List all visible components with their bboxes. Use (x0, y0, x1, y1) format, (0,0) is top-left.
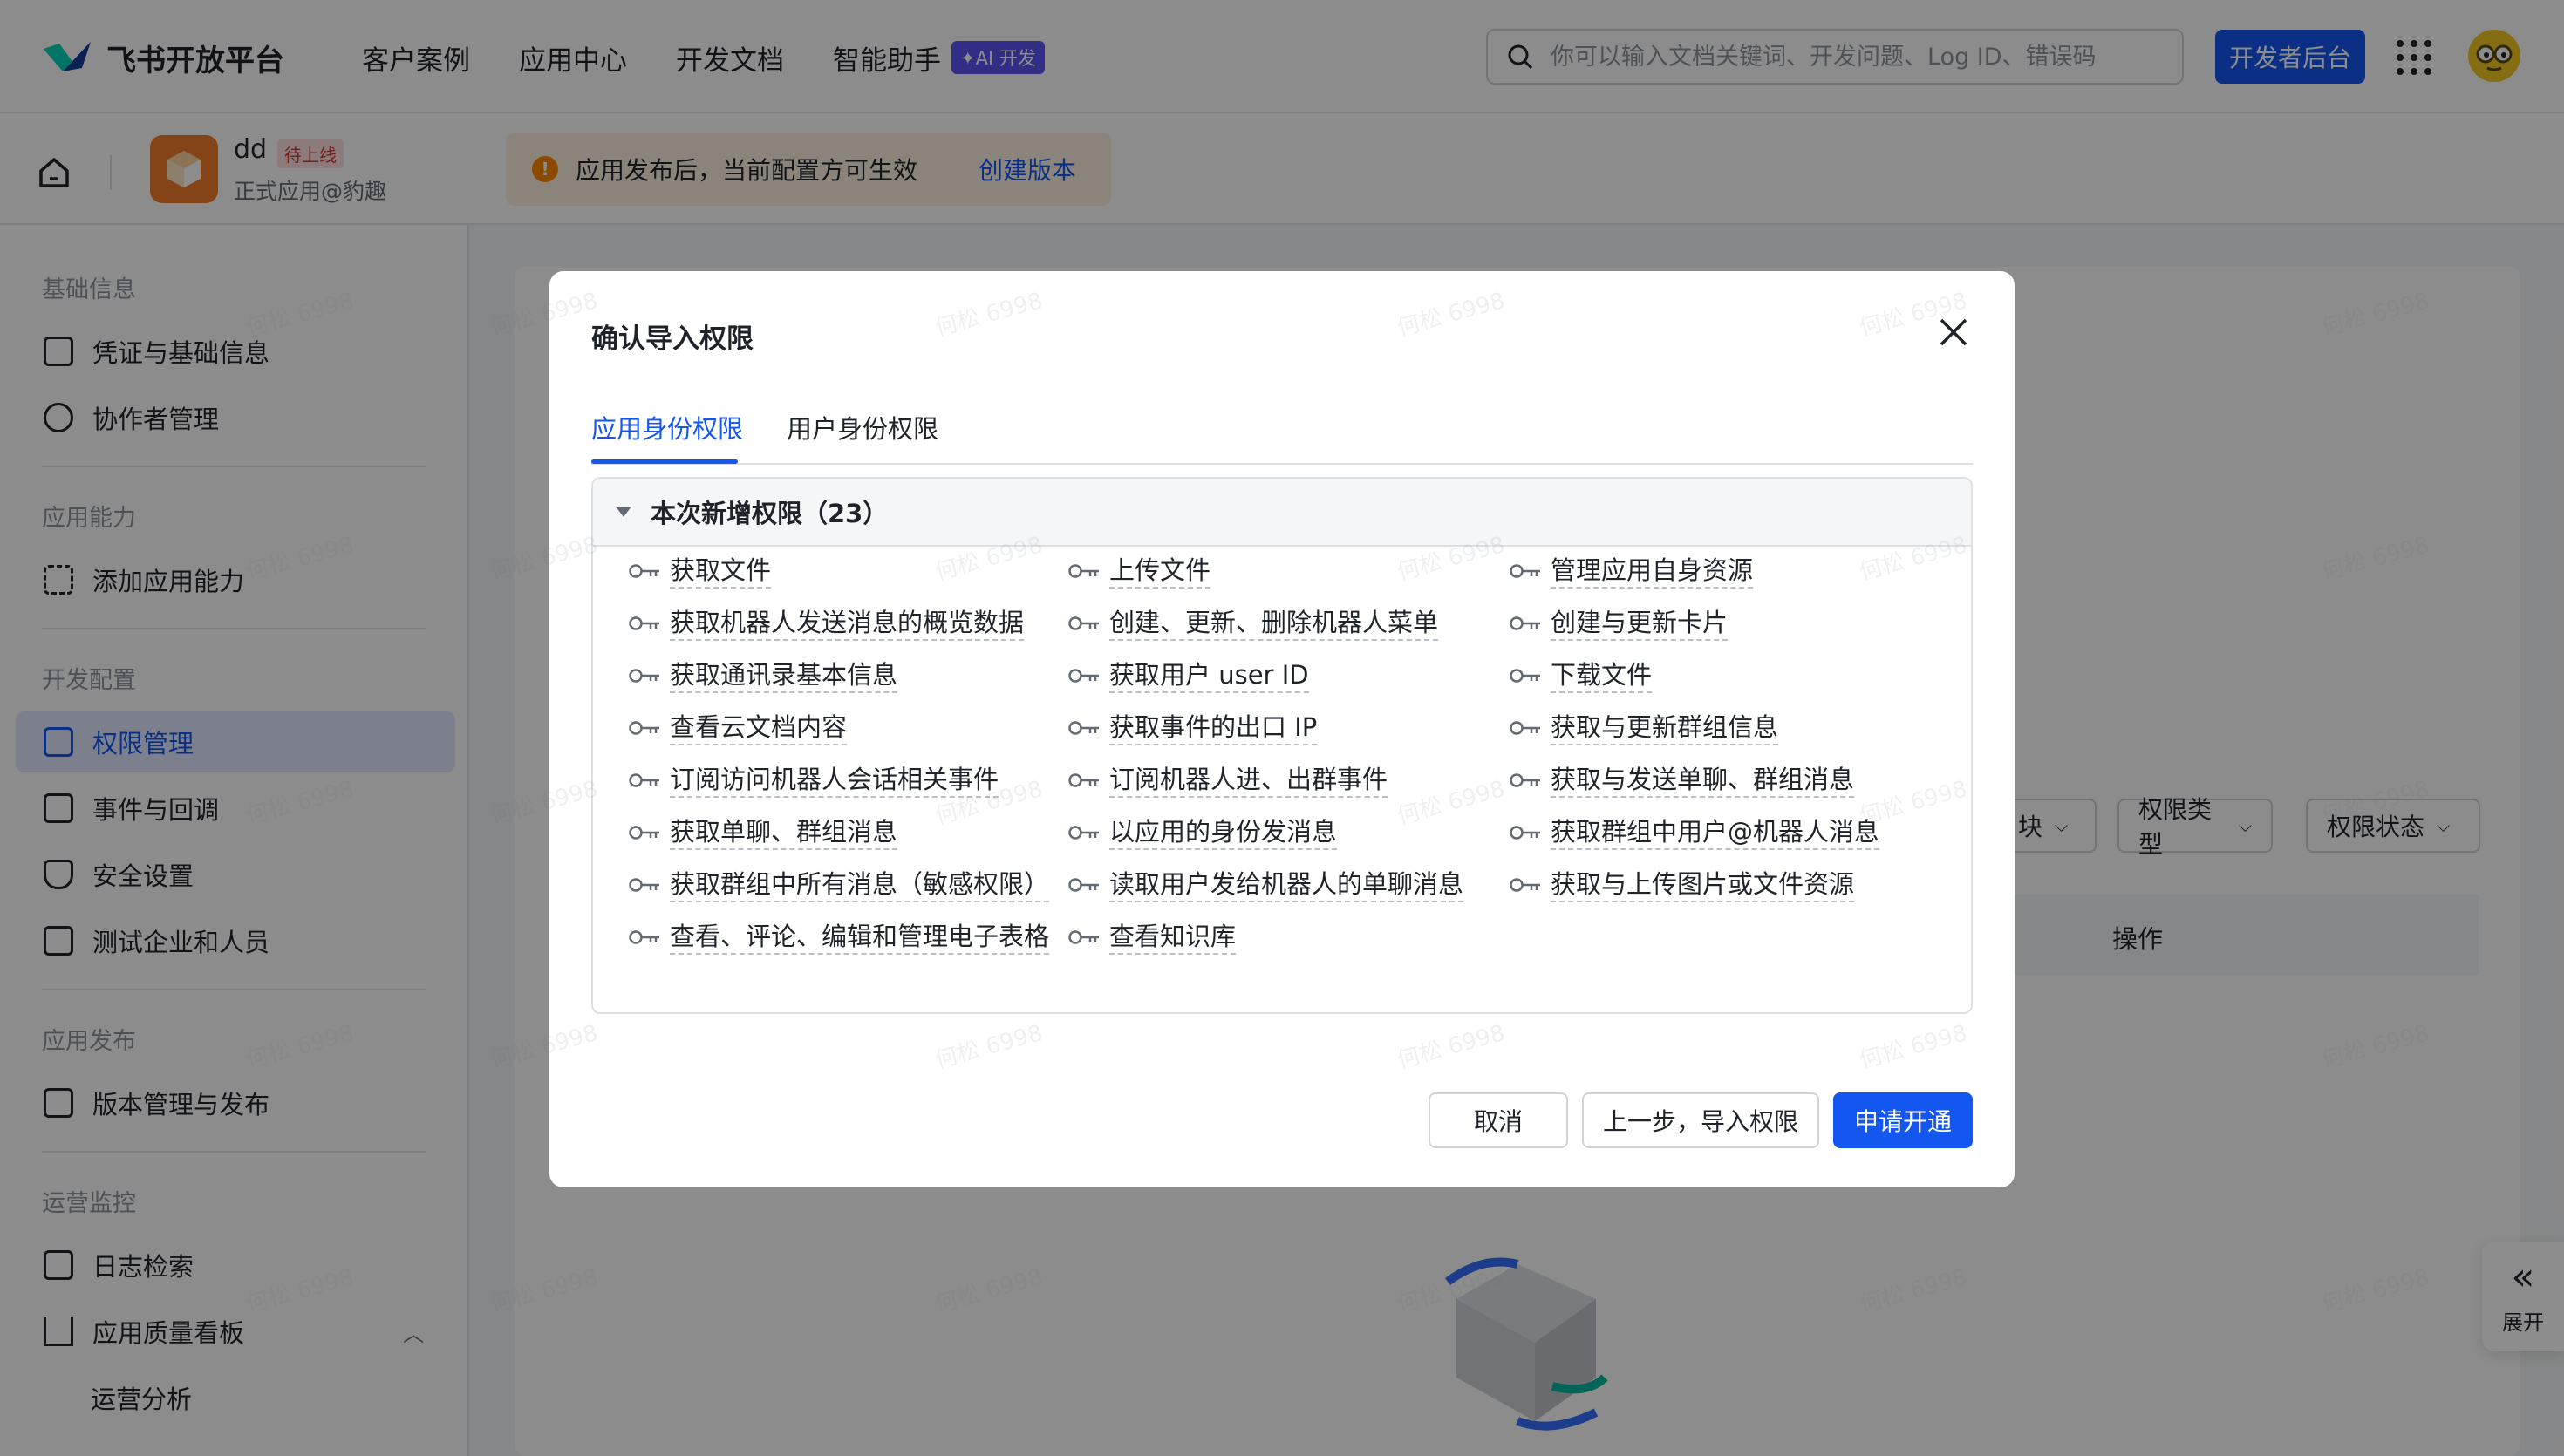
permission-item[interactable]: 订阅访问机器人会话相关事件 (628, 763, 999, 798)
key-icon (629, 878, 659, 892)
tab-user-identity[interactable]: 用户身份权限 (787, 409, 938, 446)
permission-label: 下载文件 (1551, 658, 1653, 693)
permission-item[interactable]: 获取与发送单聊、群组消息 (1509, 763, 1855, 798)
panel-title: 本次新增权限（23） (651, 499, 889, 528)
key-icon (1510, 669, 1540, 683)
permission-label: 订阅机器人进、出群事件 (1109, 763, 1388, 798)
key-icon (629, 773, 659, 787)
permission-item[interactable]: 查看、评论、编辑和管理电子表格 (628, 920, 1050, 955)
permission-label: 管理应用自身资源 (1551, 554, 1754, 589)
key-icon (1510, 878, 1540, 892)
key-icon (1068, 773, 1099, 787)
key-icon (1068, 826, 1099, 840)
key-icon (1068, 616, 1099, 630)
key-icon (1068, 564, 1099, 578)
permission-item[interactable]: 获取群组中所有消息（敏感权限） (628, 867, 1050, 902)
permission-item[interactable]: 获取机器人发送消息的概览数据 (628, 606, 1025, 641)
permission-label: 获取与更新群组信息 (1551, 711, 1779, 745)
new-permissions-panel: 本次新增权限（23） 获取文件 上传文件 管理应用自身资源获取机器人发送消息的概览数… (591, 477, 1973, 1014)
permission-label: 查看、评论、编辑和管理电子表格 (670, 920, 1050, 955)
permission-label: 获取单聊、群组消息 (670, 815, 898, 850)
permission-item[interactable]: 订阅机器人进、出群事件 (1067, 763, 1388, 798)
permission-item[interactable]: 创建与更新卡片 (1509, 606, 1729, 641)
key-icon (1510, 564, 1540, 578)
permission-label: 创建、更新、删除机器人菜单 (1109, 606, 1439, 641)
permission-item[interactable]: 查看知识库 (1067, 920, 1237, 955)
permission-item[interactable]: 获取文件 (628, 554, 772, 589)
permission-label: 获取与上传图片或文件资源 (1551, 867, 1855, 902)
cancel-button[interactable]: 取消 (1429, 1092, 1568, 1148)
permission-label: 创建与更新卡片 (1551, 606, 1729, 641)
permission-label: 上传文件 (1109, 554, 1211, 589)
permission-label: 获取与发送单聊、群组消息 (1551, 763, 1855, 798)
active-tab-indicator (591, 459, 738, 464)
back-import-button[interactable]: 上一步，导入权限 (1582, 1092, 1819, 1148)
permission-item[interactable]: 创建、更新、删除机器人菜单 (1067, 606, 1439, 641)
caret-down-icon (616, 507, 631, 517)
panel-header[interactable]: 本次新增权限（23） (593, 479, 1971, 547)
permission-label: 获取文件 (670, 554, 772, 589)
tab-app-identity[interactable]: 应用身份权限 (591, 409, 743, 446)
permission-item[interactable]: 获取通讯录基本信息 (628, 658, 898, 693)
permission-label: 获取用户 user ID (1109, 658, 1309, 693)
permission-label: 获取群组中所有消息（敏感权限） (670, 867, 1050, 902)
permission-item[interactable]: 获取与上传图片或文件资源 (1509, 867, 1855, 902)
key-icon (1510, 826, 1540, 840)
key-icon (1068, 721, 1099, 735)
permission-item[interactable]: 查看云文档内容 (628, 711, 848, 745)
permission-label: 查看知识库 (1109, 920, 1237, 955)
permission-label: 订阅访问机器人会话相关事件 (670, 763, 999, 798)
key-icon (1068, 878, 1099, 892)
key-icon (1510, 721, 1540, 735)
key-icon (629, 826, 659, 840)
permission-tabs: 应用身份权限 用户身份权限 (591, 393, 1973, 465)
key-icon (1510, 773, 1540, 787)
permission-item[interactable]: 获取与更新群组信息 (1509, 711, 1779, 745)
permission-item[interactable]: 获取单聊、群组消息 (628, 815, 898, 850)
apply-button[interactable]: 申请开通 (1833, 1092, 1973, 1148)
permission-label: 读取用户发给机器人的单聊消息 (1109, 867, 1464, 902)
key-icon (629, 930, 659, 944)
permission-label: 获取机器人发送消息的概览数据 (670, 606, 1025, 641)
permission-item[interactable]: 获取事件的出口 IP (1067, 711, 1318, 745)
permission-item[interactable]: 管理应用自身资源 (1509, 554, 1754, 589)
permission-item[interactable]: 以应用的身份发消息 (1067, 815, 1338, 850)
permission-item[interactable]: 下载文件 (1509, 658, 1653, 693)
key-icon (1068, 669, 1099, 683)
permission-label: 查看云文档内容 (670, 711, 848, 745)
key-icon (629, 669, 659, 683)
permission-label: 获取事件的出口 IP (1109, 711, 1318, 745)
key-icon (629, 721, 659, 735)
import-permissions-dialog: 确认导入权限 应用身份权限 用户身份权限 本次新增权限（23） 获取文件 上传文件… (549, 271, 2015, 1187)
permission-item[interactable]: 上传文件 (1067, 554, 1211, 589)
permission-label: 获取通讯录基本信息 (670, 658, 898, 693)
dialog-title: 确认导入权限 (591, 323, 754, 355)
key-icon (629, 564, 659, 578)
permission-item[interactable]: 获取用户 user ID (1067, 658, 1309, 693)
key-icon (629, 616, 659, 630)
permission-item[interactable]: 读取用户发给机器人的单聊消息 (1067, 867, 1464, 902)
permission-label: 以应用的身份发消息 (1109, 815, 1338, 850)
key-icon (1068, 930, 1099, 944)
key-icon (1510, 616, 1540, 630)
permission-item[interactable]: 获取群组中用户@机器人消息 (1509, 815, 1880, 850)
permission-label: 获取群组中用户@机器人消息 (1551, 815, 1880, 850)
